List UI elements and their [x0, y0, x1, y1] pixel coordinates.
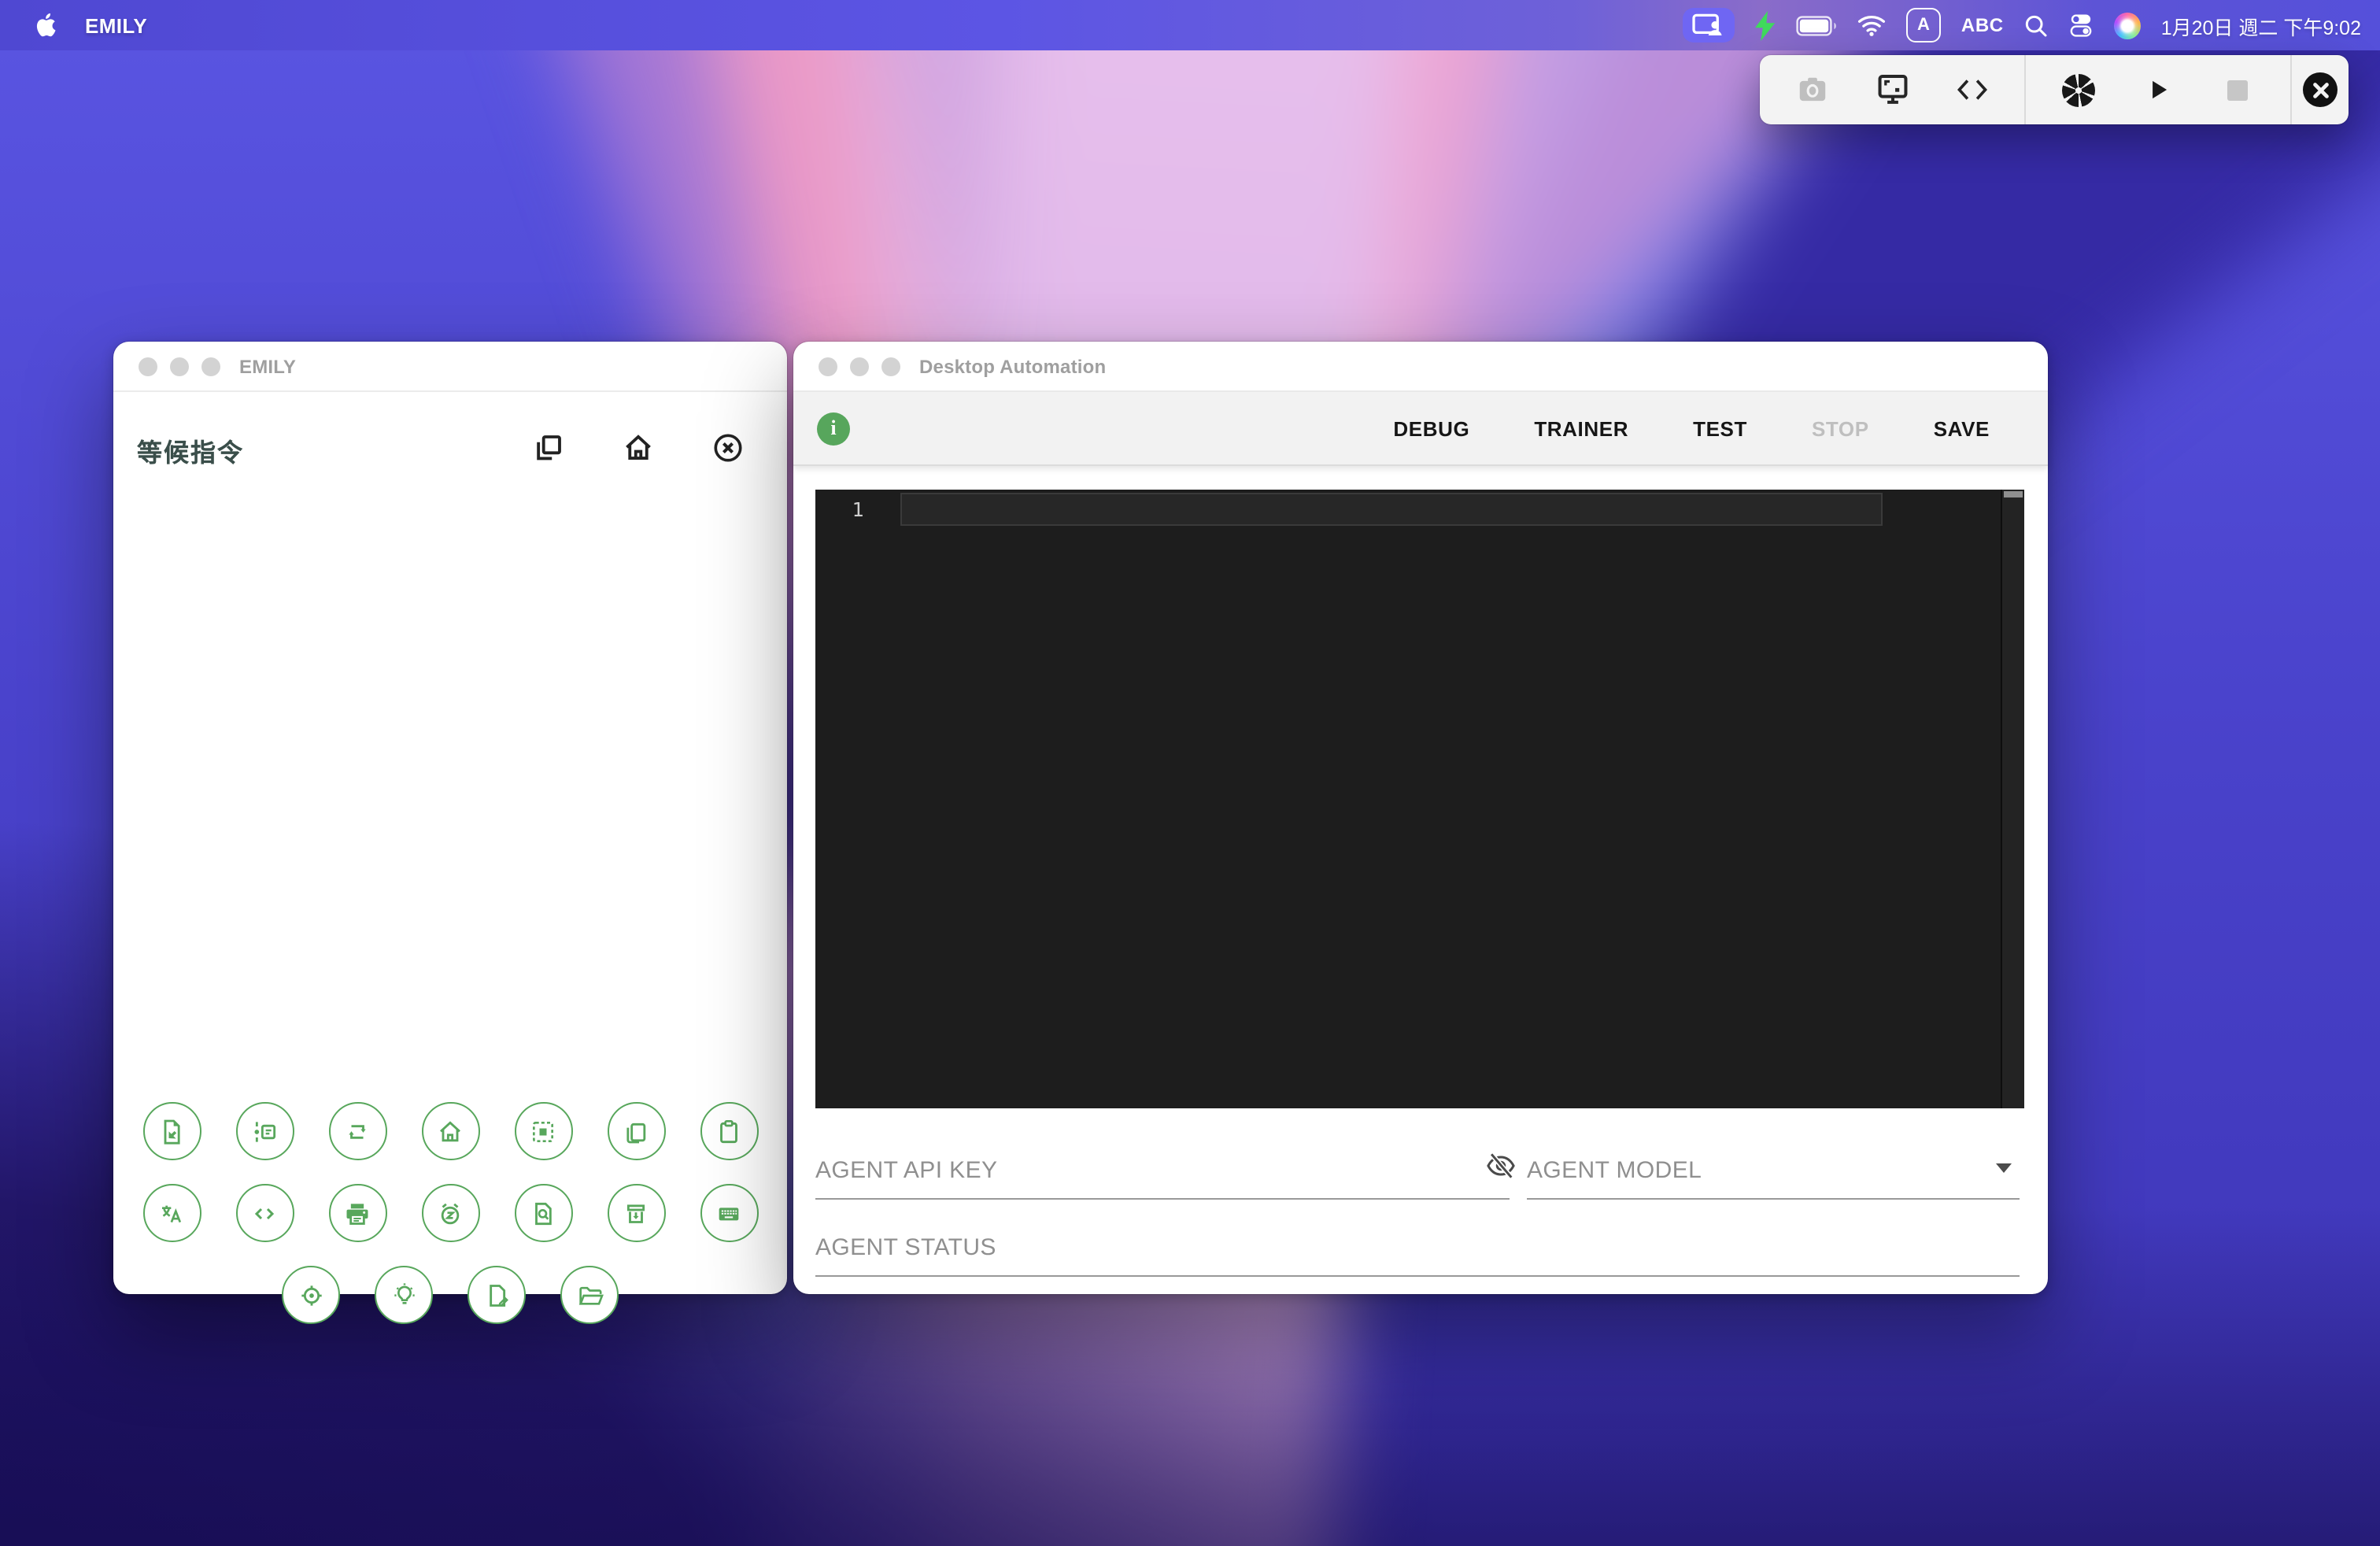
automation-window-title: Desktop Automation	[919, 355, 1106, 377]
translate-icon[interactable]	[142, 1184, 201, 1242]
input-abbrev[interactable]: ABC	[1961, 14, 2004, 36]
stop-icon[interactable]	[2211, 63, 2264, 117]
charging-icon[interactable]	[1755, 10, 1776, 40]
emily-window-title: EMILY	[239, 355, 296, 377]
export-file-icon[interactable]	[142, 1102, 201, 1160]
siri-icon[interactable]	[2114, 12, 2141, 39]
wifi-icon[interactable]	[1857, 14, 1886, 36]
line-number: 1	[815, 494, 900, 526]
editor-scrollbar[interactable]	[2001, 490, 2024, 1108]
trainer-button[interactable]: TRAINER	[1534, 416, 1628, 440]
visibility-off-icon[interactable]	[1483, 1148, 1517, 1182]
print-icon[interactable]	[328, 1184, 386, 1242]
close-traffic-light[interactable]	[139, 357, 157, 375]
play-icon[interactable]	[2131, 63, 2185, 117]
automation-window: Desktop Automation i DEBUG TRAINER TEST …	[793, 342, 2048, 1294]
camera-icon[interactable]	[1786, 63, 1839, 117]
agent-status-underline[interactable]	[815, 1242, 2020, 1277]
target-icon[interactable]	[282, 1266, 340, 1324]
code-capture-icon[interactable]	[1945, 63, 1998, 117]
screen-sharing-icon	[1691, 13, 1726, 38]
menu-bar: EMILY	[0, 0, 2380, 50]
close-icon[interactable]	[2293, 63, 2347, 117]
spotlight-icon[interactable]	[2024, 13, 2048, 37]
duplicate-icon[interactable]	[530, 430, 567, 466]
minimize-traffic-light[interactable]	[850, 357, 869, 375]
debug-button[interactable]: DEBUG	[1393, 416, 1469, 440]
emily-content: 等候指令	[113, 392, 787, 1294]
save-button[interactable]: SAVE	[1934, 416, 1990, 440]
automation-toolbar: i DEBUG TRAINER TEST STOP SAVE	[793, 392, 2048, 466]
test-button[interactable]: TEST	[1693, 416, 1747, 440]
document-search-icon[interactable]	[514, 1184, 572, 1242]
copy-icon[interactable]	[607, 1102, 665, 1160]
emily-icon-grid	[113, 1102, 787, 1324]
home-icon[interactable]	[620, 430, 656, 466]
active-line-highlight[interactable]	[900, 493, 1883, 526]
emily-titlebar: EMILY	[113, 342, 787, 392]
agent-api-key-underline[interactable]	[815, 1165, 1510, 1200]
apple-icon	[33, 11, 57, 39]
emily-window: EMILY 等候指令	[113, 342, 787, 1294]
dropdown-caret-icon[interactable]	[1996, 1163, 2012, 1173]
clipboard-icon[interactable]	[700, 1102, 758, 1160]
editor-gutter: 1	[815, 490, 900, 1108]
cancel-icon[interactable]	[710, 430, 746, 466]
select-frame-icon[interactable]	[514, 1102, 572, 1160]
screen-select-icon[interactable]	[1865, 63, 1919, 117]
capture-toolbar	[1760, 55, 2349, 124]
menubar-app-name[interactable]: EMILY	[85, 13, 147, 37]
agent-model-underline[interactable]	[1527, 1165, 2020, 1200]
repeat-icon[interactable]	[328, 1102, 386, 1160]
code-icon[interactable]	[235, 1184, 294, 1242]
battery-icon[interactable]	[1796, 15, 1837, 35]
code-editor[interactable]: 1	[815, 490, 2024, 1108]
snooze-timer-icon[interactable]	[421, 1184, 479, 1242]
info-icon[interactable]: i	[817, 412, 850, 445]
keyboard-icon[interactable]	[700, 1184, 758, 1242]
home-icon[interactable]	[421, 1102, 479, 1160]
idea-icon[interactable]	[375, 1266, 433, 1324]
zoom-traffic-light[interactable]	[881, 357, 900, 375]
control-center-icon[interactable]	[2068, 13, 2094, 38]
folder-open-icon[interactable]	[560, 1266, 619, 1324]
close-traffic-light[interactable]	[819, 357, 837, 375]
archive-download-icon[interactable]	[607, 1184, 665, 1242]
emily-status-text: 等候指令	[137, 431, 244, 469]
stop-button[interactable]: STOP	[1812, 416, 1869, 440]
scrollbar-thumb[interactable]	[2004, 491, 2023, 497]
edit-document-icon[interactable]	[468, 1266, 526, 1324]
apple-menu[interactable]	[33, 11, 57, 39]
minimize-traffic-light[interactable]	[170, 357, 189, 375]
menubar-datetime[interactable]: 1月20日 週二 下午9:02	[2161, 10, 2361, 40]
shutter-icon[interactable]	[2052, 63, 2105, 117]
automation-titlebar: Desktop Automation	[793, 342, 2048, 392]
zoom-traffic-light[interactable]	[201, 357, 220, 375]
input-source-icon[interactable]: A	[1906, 8, 1941, 43]
annotation-node-icon[interactable]	[235, 1102, 294, 1160]
input-source-letter: A	[1917, 16, 1930, 35]
screen-sharing-indicator[interactable]	[1683, 8, 1735, 43]
